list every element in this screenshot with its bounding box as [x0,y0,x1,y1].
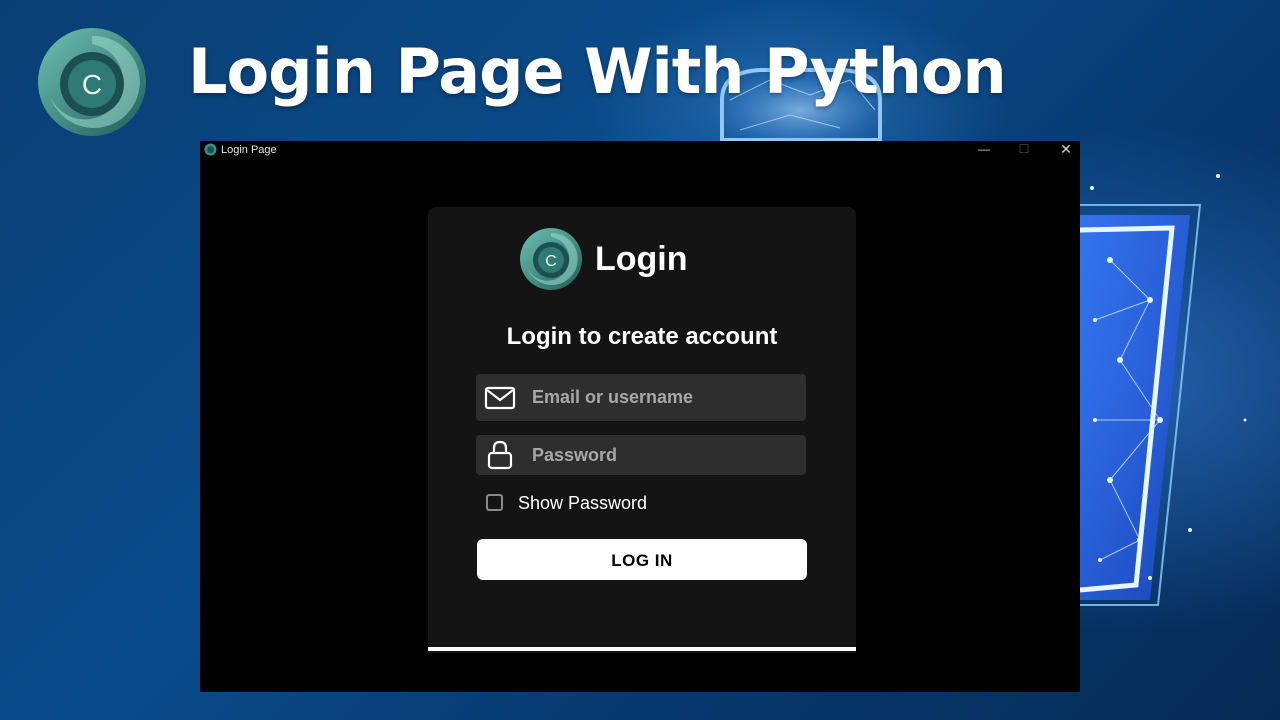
email-input[interactable] [524,374,794,421]
lock-icon [487,440,513,470]
mail-icon [484,386,516,410]
login-subtitle: Login to create account [506,323,778,350]
login-logo-icon: C [520,228,582,290]
svg-text:C: C [545,253,557,270]
maximize-button[interactable]: ☐ [1004,141,1044,159]
app-logo-icon [204,143,217,156]
card-bottom-divider [428,647,856,651]
login-heading: Login [595,240,688,278]
window-titlebar[interactable]: Login Page — ☐ ✕ [200,141,1080,159]
banner-title: Login Page With Python [188,35,1007,108]
login-card: C Login Login to create account Show Pas… [428,207,856,653]
login-button[interactable]: LOG IN [477,539,807,580]
email-field[interactable] [476,374,806,421]
password-input[interactable] [524,435,794,475]
password-field[interactable] [476,435,806,475]
login-window: Login Page — ☐ ✕ C Login Login to create… [200,141,1080,692]
checkbox-box[interactable] [486,494,503,511]
window-title: Login Page [221,144,277,156]
close-button[interactable]: ✕ [1046,141,1086,159]
svg-text:C: C [82,69,102,100]
brand-logo-icon: C [38,28,146,136]
minimize-button[interactable]: — [964,141,1004,159]
show-password-label[interactable]: Show Password [518,493,647,513]
